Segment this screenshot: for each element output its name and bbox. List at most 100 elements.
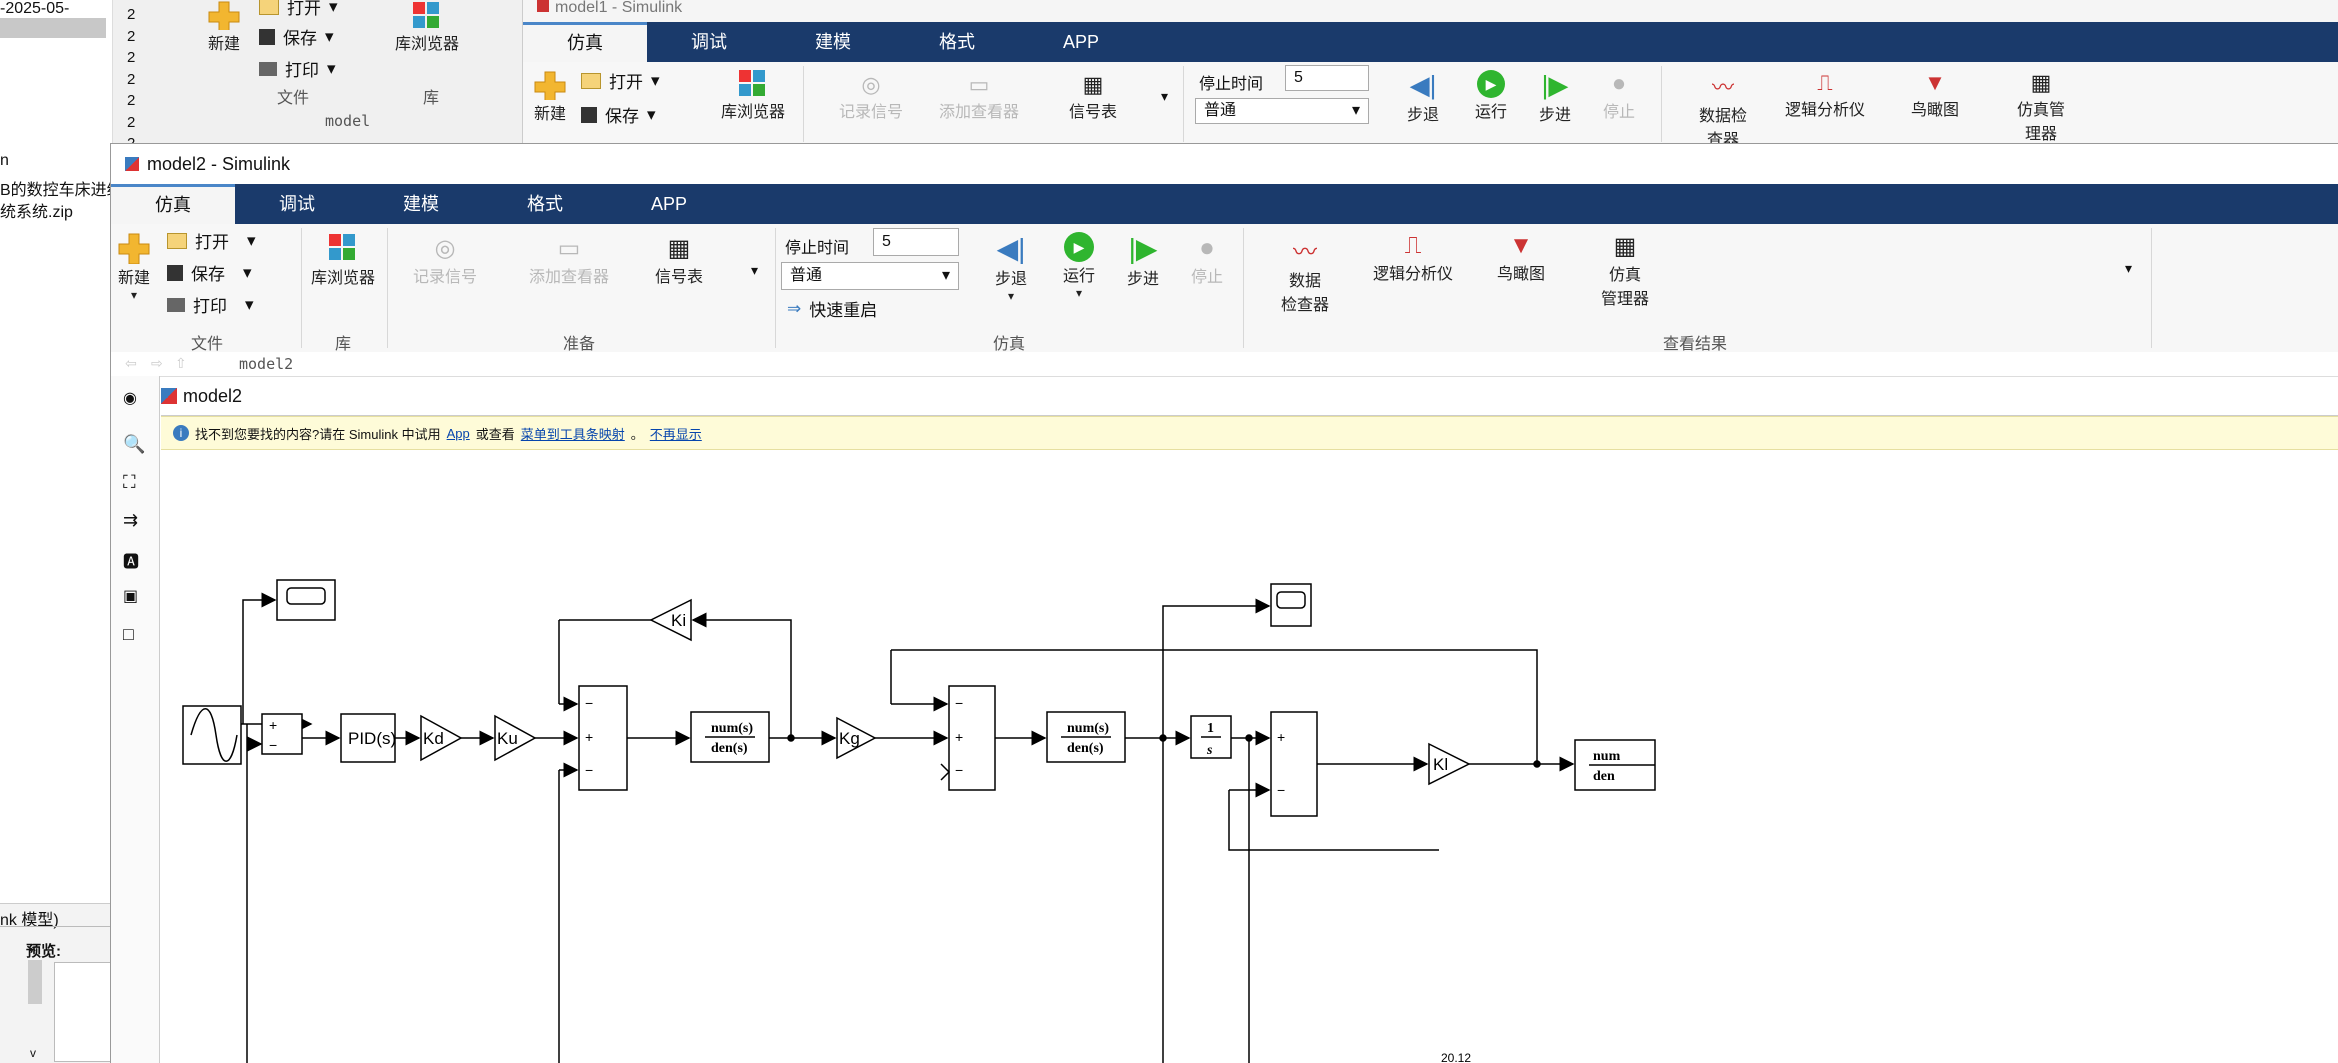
sim-manager-button[interactable]: ▦仿真管理器 [2013, 70, 2069, 144]
tab-format[interactable]: 格式 [483, 184, 607, 224]
tab-simulation[interactable]: 仿真 [111, 184, 235, 224]
add-viewer-button[interactable]: ▭ 添加查看器 [939, 72, 1019, 122]
breadcrumb[interactable]: model2 [239, 355, 293, 373]
tab-simulation[interactable]: 仿真 [523, 22, 647, 62]
stop-time-field[interactable]: 5 [873, 228, 959, 256]
save-button[interactable]: 保存 ▾ [167, 260, 252, 285]
stop-button[interactable]: ● 停止 [1191, 232, 1223, 287]
sum-sign-label: + [955, 729, 963, 745]
record-signal-button[interactable]: ◎ 记录信号 [413, 234, 477, 287]
scope-block [276, 579, 336, 621]
library-browser-button[interactable]: 库浏览器 [311, 232, 375, 288]
birds-eye-button[interactable]: ▼ 鸟瞰图 [1497, 232, 1545, 284]
tab-app[interactable]: APP [607, 184, 731, 224]
stop-button[interactable]: ● 停止 [1603, 70, 1635, 122]
area-icon[interactable]: □ [123, 624, 145, 646]
new-button[interactable]: 新建 ▾ [117, 232, 151, 302]
fast-restart-button[interactable]: ⇒ 快速重启 [787, 296, 877, 321]
step-forward-button[interactable]: |▶ 步进 [1539, 70, 1571, 125]
tf-num: num [1593, 749, 1621, 764]
signal-table-button[interactable]: ▦ 信号表 [1069, 72, 1117, 122]
annotation-icon[interactable]: 🅰 [123, 548, 145, 571]
ku-label: Ku [497, 729, 518, 748]
step-back-icon: ◀| [1409, 70, 1437, 100]
section-library: 库 [335, 336, 352, 353]
block-diagram[interactable]: + − − + − − + − + − PID(s) Kd Ku Ki Kg K… [161, 450, 2338, 1063]
info-icon: i [173, 425, 189, 441]
plus-icon [208, 1, 240, 30]
divider [1661, 66, 1662, 142]
chevron-down-icon[interactable]: v [30, 1046, 36, 1060]
run-button[interactable]: ▶ 运行 [1475, 70, 1507, 122]
image-icon[interactable]: ▣ [123, 586, 145, 608]
zoom-icon[interactable]: 🔍 [123, 434, 145, 456]
hide-browser-icon[interactable]: ◉ [123, 388, 145, 410]
chevron-up-icon[interactable]: ^ [30, 944, 36, 958]
data-inspector-button[interactable]: 〰数据检查器 [1695, 70, 1751, 150]
step-back-button[interactable]: ◀| 步退 ▾ [995, 232, 1027, 303]
plus-icon [534, 71, 566, 100]
up-arrow-icon[interactable]: ⇧ [175, 355, 187, 372]
tab-modeling[interactable]: 建模 [771, 22, 895, 62]
tab-format[interactable]: 格式 [895, 22, 1019, 62]
add-viewer-button[interactable]: ▭ 添加查看器 [529, 234, 609, 287]
tab-modeling[interactable]: 建模 [359, 184, 483, 224]
logic-analyzer-button[interactable]: ⎍ 逻辑分析仪 [1785, 70, 1865, 120]
birds-eye-button[interactable]: ▼ 鸟瞰图 [1911, 70, 1959, 120]
logic-analyzer-button[interactable]: ⎍ 逻辑分析仪 [1373, 232, 1453, 284]
sim-manager-button[interactable]: ▦仿真管理器 [1601, 232, 1649, 309]
back-arrow-icon[interactable]: ⇦ [125, 355, 137, 372]
nav-bar: ⇦ ⇨ ⇧ model2 [111, 352, 2338, 377]
menu-map-link[interactable]: 菜单到工具条映射 [521, 424, 625, 443]
library-browser-button[interactable]: 库浏览器 [721, 68, 785, 122]
tab-debug[interactable]: 调试 [647, 22, 771, 62]
kl-label: Kl [1433, 755, 1448, 774]
window-title: model1 - Simulink [523, 0, 2338, 22]
stop-time-field[interactable]: 5 [1285, 65, 1369, 91]
open-button[interactable]: 打开 ▾ [581, 68, 660, 93]
new-button[interactable]: 新建 [207, 0, 241, 54]
record-icon: ◎ [434, 235, 456, 262]
chevron-down-icon[interactable]: ▾ [2125, 260, 2132, 277]
tab-debug[interactable]: 调试 [235, 184, 359, 224]
arrow-icon[interactable]: ⇉ [123, 510, 145, 532]
step-forward-button[interactable]: |▶ 步进 [1127, 232, 1159, 289]
library-browser-button[interactable]: 库浏览器 [395, 0, 459, 54]
app-link[interactable]: App [447, 426, 470, 441]
record-signal-button[interactable]: ◎ 记录信号 [839, 72, 903, 122]
breadcrumb[interactable]: model [325, 112, 370, 130]
divider [387, 228, 388, 348]
forward-arrow-icon[interactable]: ⇨ [151, 355, 163, 372]
open-button[interactable]: 打开 ▾ [259, 0, 338, 19]
sum-sign-label: − [1277, 782, 1285, 798]
fit-view-icon[interactable]: ⛶ [123, 472, 145, 494]
tab-app[interactable]: APP [1019, 22, 1143, 62]
notice-bar: i 找不到您要找的内容?请在 Simulink 中试用 App 或查看 菜单到工… [161, 416, 2338, 450]
scrollbar-thumb[interactable] [28, 960, 42, 1004]
step-back-button[interactable]: ◀| 步退 [1407, 70, 1439, 125]
data-inspector-button[interactable]: 〰数据检查器 [1281, 232, 1329, 315]
file-item[interactable]: n [0, 152, 9, 170]
save-button[interactable]: 保存 ▾ [259, 24, 334, 49]
pid-label: PID(s) [348, 729, 396, 748]
run-button[interactable]: ▶ 运行 ▾ [1063, 232, 1095, 300]
section-label: 库 [423, 90, 440, 107]
plus-icon [118, 233, 150, 264]
sim-mode-select[interactable]: 普通 ▾ [781, 262, 959, 290]
new-button[interactable]: 新建 [533, 70, 567, 124]
open-button[interactable]: 打开 ▾ [167, 228, 256, 253]
print-button[interactable]: 打印 ▾ [167, 292, 254, 317]
play-icon: ▶ [1477, 70, 1505, 98]
integrator-num: 1 [1207, 721, 1214, 736]
sim-mode-select[interactable]: 普通 ▾ [1195, 98, 1369, 124]
print-button[interactable]: 打印 ▾ [259, 56, 336, 81]
model-path[interactable]: model2 [183, 386, 242, 407]
file-item[interactable]: B的数控车床进给 [0, 176, 123, 200]
chevron-down-icon[interactable]: ▾ [1161, 88, 1168, 105]
dismiss-link[interactable]: 不再显示 [650, 424, 702, 443]
model2-window: model2 - Simulink 仿真 调试 建模 格式 APP 新建 ▾ 打… [110, 143, 2338, 1063]
save-button[interactable]: 保存 ▾ [581, 102, 656, 127]
file-item[interactable]: 统系统.zip [0, 198, 73, 222]
chevron-down-icon[interactable]: ▾ [751, 262, 758, 279]
signal-table-button[interactable]: ▦ 信号表 [655, 234, 703, 287]
